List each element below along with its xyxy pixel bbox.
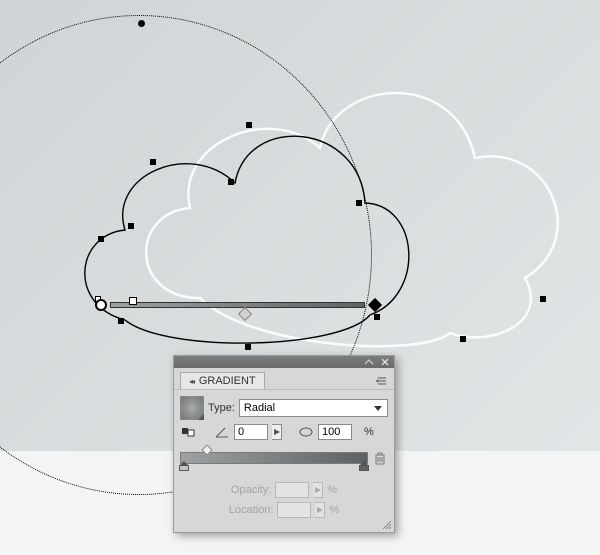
type-select[interactable]: Radial [239, 399, 388, 417]
trash-icon[interactable] [374, 452, 388, 466]
panel-body: Type: Radial 0 100 [174, 389, 394, 532]
stepper-icon [313, 482, 323, 498]
anchor-point[interactable] [356, 200, 362, 206]
tab-gradient[interactable]: ◂◂ GRADIENT [180, 372, 265, 389]
tab-collapse-carets-icon: ◂◂ [189, 377, 193, 386]
anchor-point[interactable] [245, 344, 251, 350]
close-icon[interactable] [378, 357, 392, 367]
stepper-icon[interactable] [272, 424, 282, 440]
type-label: Type: [208, 402, 235, 414]
panel-title: GRADIENT [199, 375, 256, 387]
anchor-point[interactable] [460, 336, 466, 342]
gradient-slider[interactable] [180, 452, 368, 464]
gradient-origin-handle[interactable] [95, 299, 107, 311]
gradient-stop-handle[interactable] [179, 461, 189, 471]
angle-input[interactable]: 0 [234, 424, 268, 440]
panel-menu-icon[interactable] [374, 375, 390, 387]
gradient-panel: ◂◂ GRADIENT Type: Radial 0 [173, 355, 395, 533]
opacity-suffix: % [327, 484, 337, 496]
location-label: Location: [229, 504, 274, 516]
anchor-point[interactable] [374, 314, 380, 320]
aspect-ratio-icon [298, 424, 314, 440]
anchor-point[interactable] [128, 223, 134, 229]
angle-icon [214, 424, 230, 440]
collapse-icon[interactable] [362, 357, 376, 367]
location-suffix: % [329, 504, 339, 516]
opacity-label: Opacity: [231, 484, 271, 496]
gradient-swatch[interactable] [180, 396, 204, 420]
anchor-point[interactable] [540, 296, 546, 302]
panel-tabbar: ◂◂ GRADIENT [174, 368, 394, 389]
stepper-icon [315, 502, 325, 518]
type-value: Radial [244, 402, 275, 414]
reverse-gradient-icon[interactable] [180, 424, 196, 440]
gradient-annotator[interactable] [95, 300, 380, 310]
direction-point[interactable] [138, 20, 145, 27]
gradient-end-handle[interactable] [368, 298, 382, 312]
anchor-point[interactable] [228, 179, 234, 185]
anchor-point[interactable] [118, 318, 124, 324]
dropdown-caret-icon [371, 403, 385, 415]
aspect-input[interactable]: 100 [318, 424, 352, 440]
gradient-annotator-bar[interactable] [110, 302, 365, 308]
gradient-stop-handle[interactable] [129, 297, 137, 305]
gradient-stop-handle[interactable] [359, 461, 369, 471]
location-input [277, 502, 311, 518]
aspect-suffix: % [364, 426, 374, 438]
opacity-input [275, 482, 309, 498]
panel-header[interactable] [174, 356, 394, 368]
anchor-point[interactable] [98, 236, 104, 242]
gradient-midpoint-handle[interactable] [201, 444, 212, 455]
anchor-point[interactable] [246, 122, 252, 128]
resize-grip-icon[interactable] [382, 520, 392, 530]
anchor-point[interactable] [150, 159, 156, 165]
